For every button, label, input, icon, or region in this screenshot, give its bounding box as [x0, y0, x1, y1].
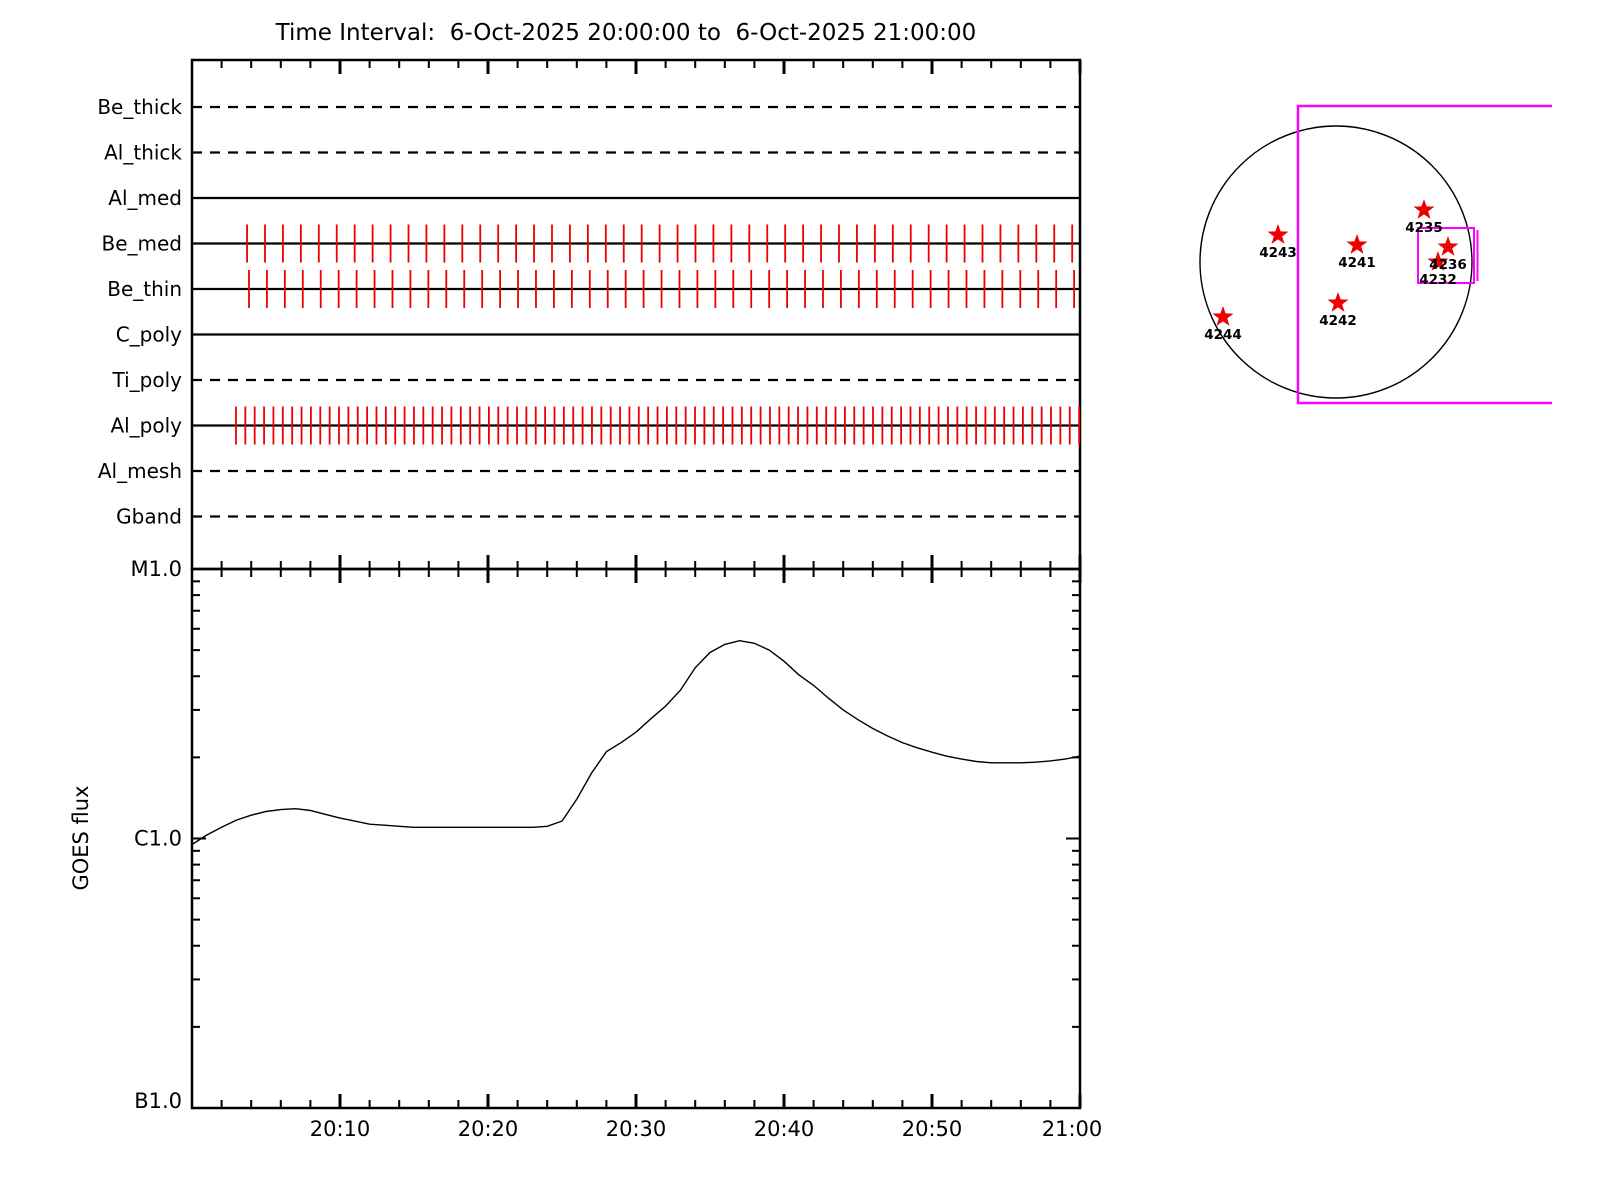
active-region-label-4235: 4235	[1405, 220, 1443, 236]
channel-label-C_poly: C_poly	[116, 323, 182, 347]
active-region-label-4236: 4236	[1429, 257, 1467, 273]
filter-timeline-frame	[190, 58, 1082, 571]
active-region-star-4242	[1327, 292, 1349, 312]
y-tick-label-M1.0: M1.0	[130, 557, 182, 581]
x-tick-label-20:50: 20:50	[902, 1117, 963, 1141]
channel-label-Al_med: Al_med	[108, 186, 182, 210]
generated-plot-content: Be_thick Al_thick Al_med Be_med Be_thin C_pol…	[97, 60, 1552, 1141]
active-region-star-4241	[1346, 234, 1368, 254]
xrt-observation-summary-page: Time Interval: 6-Oct-2025 20:00:00 to 6-…	[0, 0, 1600, 1200]
x-tick-label-21:00: 21:00	[1042, 1117, 1103, 1141]
active-region-star-4236	[1437, 236, 1459, 256]
x-tick-label-20:10: 20:10	[310, 1117, 371, 1141]
x-tick-label-20:40: 20:40	[754, 1117, 815, 1141]
y-tick-label-B1.0: B1.0	[134, 1089, 182, 1113]
channel-label-Al_poly: Al_poly	[110, 414, 182, 438]
active-region-star-4235	[1413, 199, 1435, 219]
channel-label-Be_thin: Be_thin	[107, 277, 182, 301]
channel-label-Al_thick: Al_thick	[104, 141, 182, 165]
x-tick-label-20:30: 20:30	[606, 1117, 667, 1141]
y-tick-label-C1.0: C1.0	[134, 827, 182, 851]
active-region-label-4242: 4242	[1319, 313, 1357, 329]
active-region-label-4241: 4241	[1338, 255, 1376, 271]
active-region-label-4232: 4232	[1419, 272, 1457, 288]
active-region-star-4243	[1267, 224, 1289, 244]
time-interval-title: Time Interval: 6-Oct-2025 20:00:00 to 6-…	[275, 20, 977, 46]
goes-y-axis-title: GOES flux	[69, 785, 93, 890]
channel-label-Gband: Gband	[116, 505, 182, 529]
channel-label-Al_mesh: Al_mesh	[98, 459, 182, 483]
active-region-label-4244: 4244	[1204, 327, 1242, 343]
channel-label-Be_thick: Be_thick	[97, 95, 182, 119]
active-region-label-4243: 4243	[1259, 245, 1297, 261]
goes-flux-curve	[191, 639, 1081, 846]
fov-box	[1296, 104, 1552, 405]
goes-flux-frame	[190, 567, 1082, 1110]
channel-label-Ti_poly: Ti_poly	[112, 368, 183, 392]
active-region-star-4244	[1212, 306, 1234, 326]
channel-label-Be_med: Be_med	[101, 232, 182, 256]
observation-plot-canvas: Time Interval: 6-Oct-2025 20:00:00 to 6-…	[69, 20, 1552, 1141]
x-tick-label-20:20: 20:20	[458, 1117, 519, 1141]
